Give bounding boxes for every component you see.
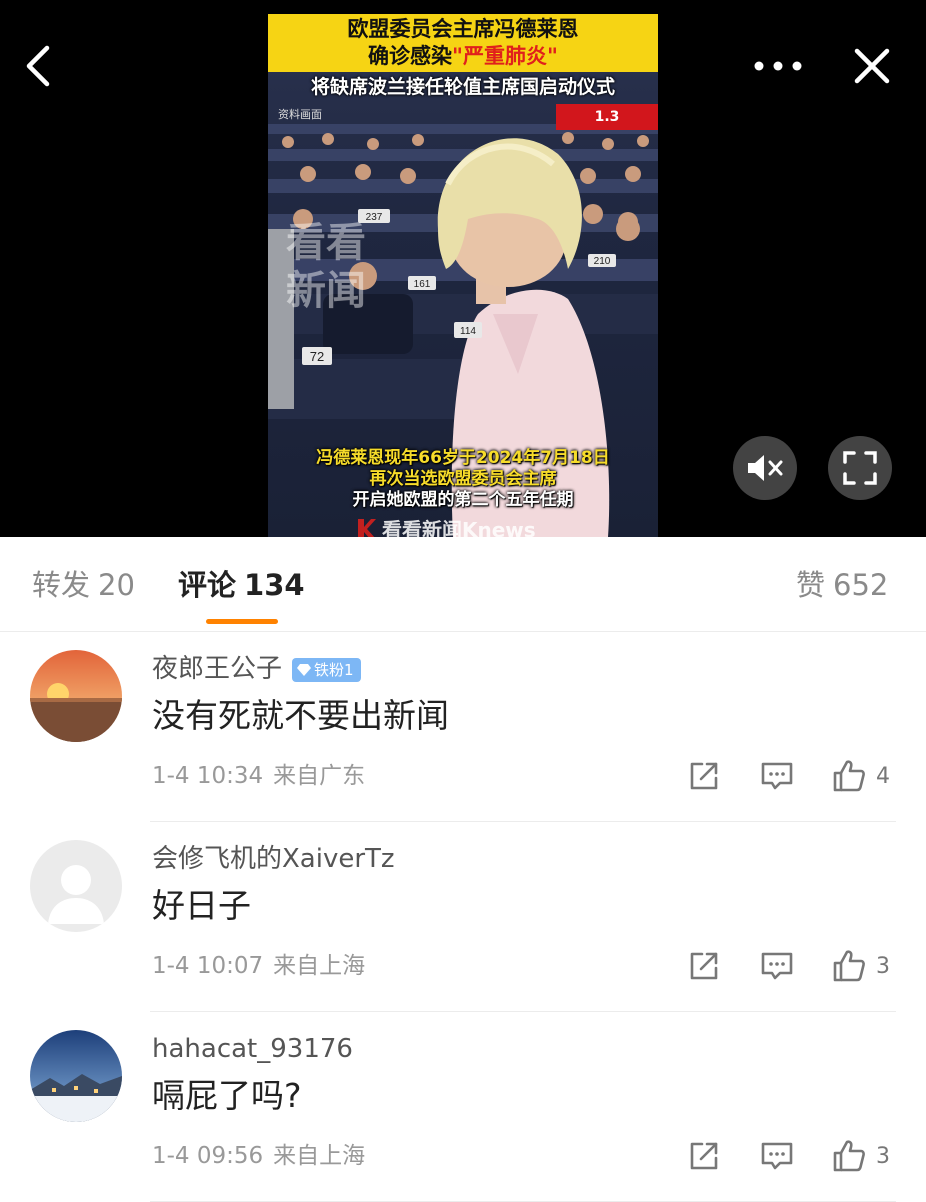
share-icon <box>690 1142 718 1170</box>
comment-meta: 1-4 10:07 来自上海 <box>152 951 365 981</box>
close-icon <box>854 48 890 84</box>
comment-time: 1-4 10:07 <box>152 953 264 979</box>
seat-number: 161 <box>414 279 431 290</box>
tab-comments-count: 134 <box>244 568 305 602</box>
comment-location: 来自上海 <box>273 953 366 979</box>
video-caption-line1: 冯德莱恩现年66岁于2024年7月18日 <box>316 448 610 468</box>
comment-item: hahacat_93176 嗝屁了吗? 1-4 09:56 来自上海 3 <box>0 1012 926 1202</box>
comment-location: 来自上海 <box>273 1143 366 1169</box>
video-caption-line2: 再次当选欧盟委员会主席 <box>369 469 557 489</box>
like-count: 3 <box>876 1143 890 1169</box>
snow-village-avatar-image <box>30 1030 122 1122</box>
comment-username[interactable]: 会修飞机的XaiverTz <box>152 842 395 876</box>
comment-text: 好日子 <box>152 886 251 925</box>
comment-meta: 1-4 09:56 来自上海 <box>152 1141 365 1171</box>
video-title-line2-text: 确诊感染 <box>368 44 453 68</box>
share-icon <box>690 952 718 980</box>
active-tab-indicator <box>206 619 278 624</box>
comment-icon <box>761 762 793 790</box>
tab-forward[interactable]: 转发 20 <box>32 567 135 603</box>
video-caption-line3: 开启她欧盟的第二个五年任期 <box>352 490 574 510</box>
more-button[interactable] <box>748 38 808 94</box>
thumbs-up-icon <box>833 760 865 792</box>
fullscreen-icon <box>843 451 877 485</box>
video-title-line2: 确诊感染"严重肺炎" <box>268 43 658 69</box>
thumbs-up-icon <box>833 950 865 982</box>
reply-button[interactable] <box>760 1136 794 1176</box>
video-title-band: 欧盟委员会主席冯德莱恩 确诊感染"严重肺炎" <box>268 14 658 72</box>
mute-button[interactable] <box>733 436 797 500</box>
share-button[interactable] <box>688 1136 720 1176</box>
interaction-tabs: 转发 20 评论 134 赞 652 <box>0 537 926 632</box>
default-user-avatar-icon <box>30 840 122 932</box>
like-button[interactable]: 3 <box>832 946 890 986</box>
avatar[interactable] <box>30 840 122 932</box>
comment-item: 会修飞机的XaiverTz 好日子 1-4 10:07 来自上海 3 <box>0 822 926 1012</box>
tab-comments[interactable]: 评论 134 <box>178 567 305 603</box>
comment-location: 来自广东 <box>273 763 366 789</box>
tab-forward-count: 20 <box>98 568 135 602</box>
comment-icon <box>761 1142 793 1170</box>
video-subtitle: 将缺席波兰接任轮值主席国启动仪式 <box>310 76 615 98</box>
tab-comments-label: 评论 <box>178 568 237 602</box>
video-title-highlight: "严重肺炎" <box>452 44 558 68</box>
like-count: 3 <box>876 953 890 979</box>
more-dots-icon <box>754 61 802 71</box>
tab-likes-label: 赞 <box>796 568 826 602</box>
avatar[interactable] <box>30 1030 122 1122</box>
video-frame: 237 210 161 114 72 欧盟委员会主席冯德莱恩 确诊感染"严重肺炎… <box>268 14 658 537</box>
comment-username-text: 夜郎王公子 <box>152 654 283 684</box>
comment-username[interactable]: 夜郎王公子 铁粉1 <box>152 652 361 686</box>
tab-likes[interactable]: 赞 652 <box>796 567 888 603</box>
comment-icon <box>761 952 793 980</box>
share-icon <box>690 762 718 790</box>
comment-item: 夜郎王公子 铁粉1 没有死就不要出新闻 1-4 10:34 来自广东 4 <box>0 632 926 822</box>
comment-text: 嗝屁了吗? <box>152 1076 302 1115</box>
video-watermark: 看看新闻 <box>286 220 366 314</box>
seat-number: 114 <box>460 326 476 337</box>
news-logo-text: 看看新闻Knews <box>382 518 536 537</box>
fullscreen-button[interactable] <box>828 436 892 500</box>
news-logo: 看看新闻Knews <box>356 514 536 537</box>
video-title-line1: 欧盟委员会主席冯德莱恩 <box>347 17 579 41</box>
diamond-icon <box>297 664 312 676</box>
reply-button[interactable] <box>760 756 794 796</box>
seat-number: 72 <box>310 349 324 364</box>
knews-logo-icon <box>358 518 376 537</box>
comment-meta: 1-4 10:34 来自广东 <box>152 761 365 791</box>
volume-mute-icon <box>748 455 783 481</box>
tab-likes-count: 652 <box>833 568 889 602</box>
comment-text: 没有死就不要出新闻 <box>152 696 449 735</box>
comment-time: 1-4 09:56 <box>152 1143 264 1169</box>
video-player[interactable]: 237 210 161 114 72 欧盟委员会主席冯德莱恩 确诊感染"严重肺炎… <box>0 0 926 537</box>
close-button[interactable] <box>842 38 902 94</box>
fan-badge-label: 铁粉1 <box>314 660 354 679</box>
comment-time: 1-4 10:34 <box>152 763 264 789</box>
like-button[interactable]: 3 <box>832 1136 890 1176</box>
seat-number: 210 <box>594 256 611 267</box>
share-button[interactable] <box>688 756 720 796</box>
fan-badge[interactable]: 铁粉1 <box>292 657 361 682</box>
chevron-left-icon <box>26 45 50 87</box>
avatar[interactable] <box>30 650 122 742</box>
page-indicator-badge: 1.3 <box>556 104 658 130</box>
sunset-avatar-image <box>30 650 122 742</box>
thumbs-up-icon <box>833 1140 865 1172</box>
source-note: 资料画面 <box>278 108 322 121</box>
back-button[interactable] <box>8 38 68 94</box>
like-button[interactable]: 4 <box>832 756 890 796</box>
tab-forward-label: 转发 <box>32 568 91 602</box>
like-count: 4 <box>876 763 890 789</box>
comment-username[interactable]: hahacat_93176 <box>152 1032 353 1066</box>
share-button[interactable] <box>688 946 720 986</box>
reply-button[interactable] <box>760 946 794 986</box>
